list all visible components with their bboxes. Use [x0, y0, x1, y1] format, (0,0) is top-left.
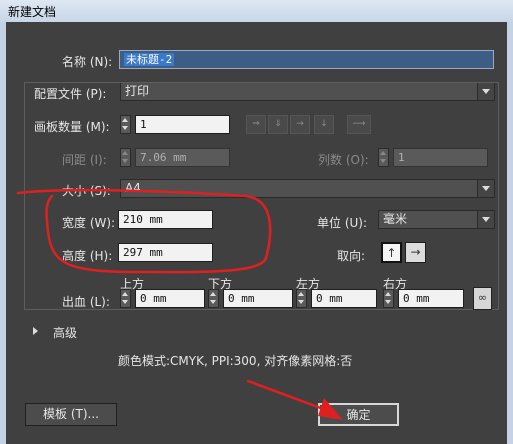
annotation-overlay [16, 188, 343, 420]
annotation-circle [16, 188, 272, 274]
annotation-arrow-line [246, 379, 328, 412]
annotation-arrow-head [318, 398, 343, 420]
